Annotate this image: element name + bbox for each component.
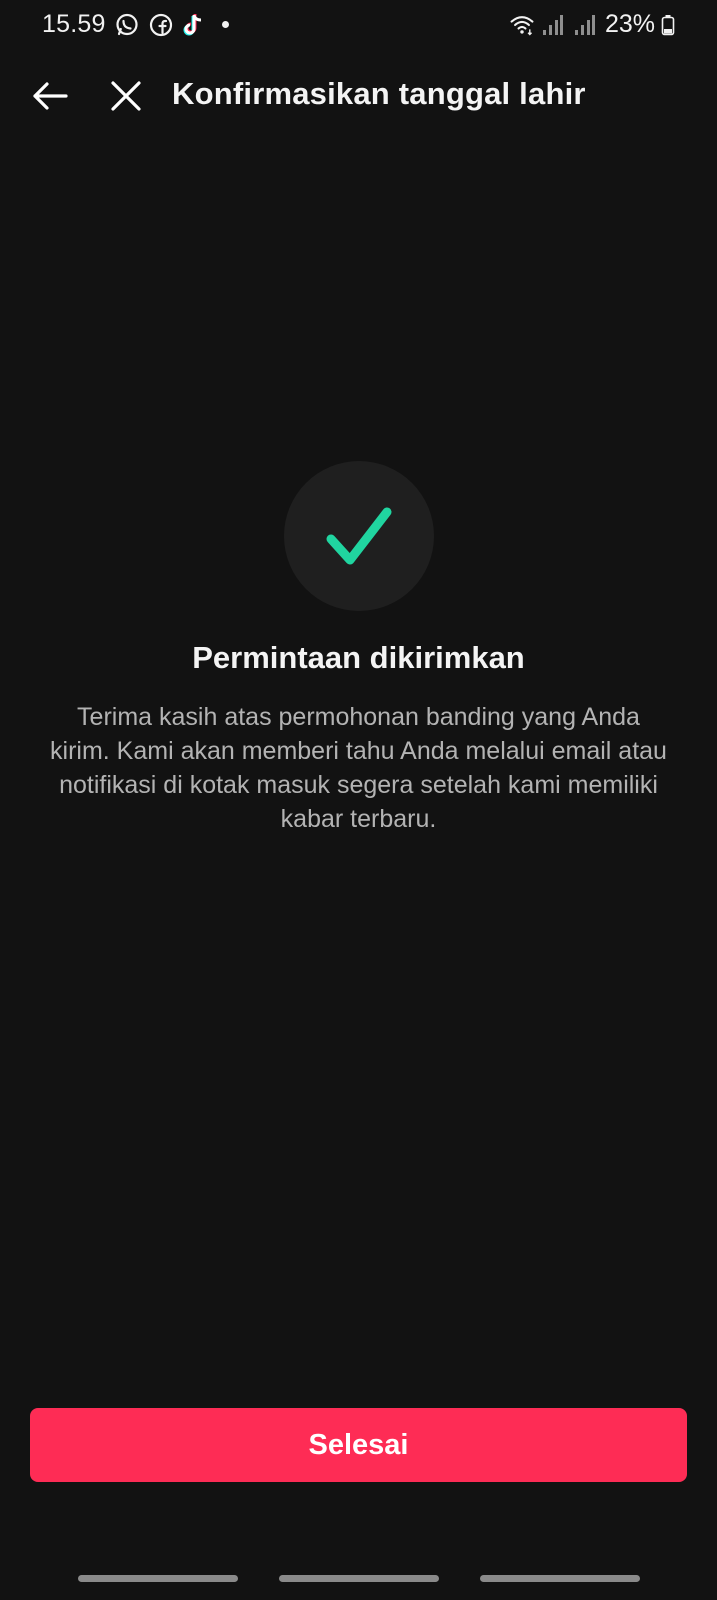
back-button[interactable] (28, 74, 72, 118)
page-title: Konfirmasikan tanggal lahir (172, 76, 586, 111)
close-button[interactable] (104, 74, 148, 118)
wifi-icon (509, 12, 535, 38)
close-icon (109, 79, 143, 113)
nav-home[interactable] (279, 1575, 439, 1582)
signal-icon (573, 12, 599, 38)
battery-icon (661, 12, 675, 38)
nav-recent-apps[interactable] (78, 1575, 238, 1582)
arrow-left-icon (30, 76, 70, 116)
success-message: Terima kasih atas permohonan banding yan… (50, 703, 667, 833)
facebook-icon (148, 12, 174, 38)
battery-percent: 23% (604, 10, 655, 38)
done-button[interactable]: Selesai (30, 1408, 687, 1482)
status-bar-right: 23% (509, 10, 675, 39)
whatsapp-icon (114, 12, 140, 38)
success-status-circle (284, 461, 434, 611)
more-notifications-dot (221, 21, 229, 28)
success-title: Permintaan dikirimkan (192, 640, 525, 675)
checkmark-icon (326, 503, 392, 569)
status-bar: 15.59 23% (0, 0, 717, 50)
tiktok-icon (182, 12, 208, 38)
status-time: 15.59 (42, 10, 106, 38)
nav-back[interactable] (480, 1575, 640, 1582)
status-bar-left: 15.59 (42, 10, 229, 39)
signal-icon (541, 12, 567, 38)
system-navigation-bar (0, 1575, 717, 1587)
app-header: Konfirmasikan tanggal lahir (0, 60, 717, 132)
